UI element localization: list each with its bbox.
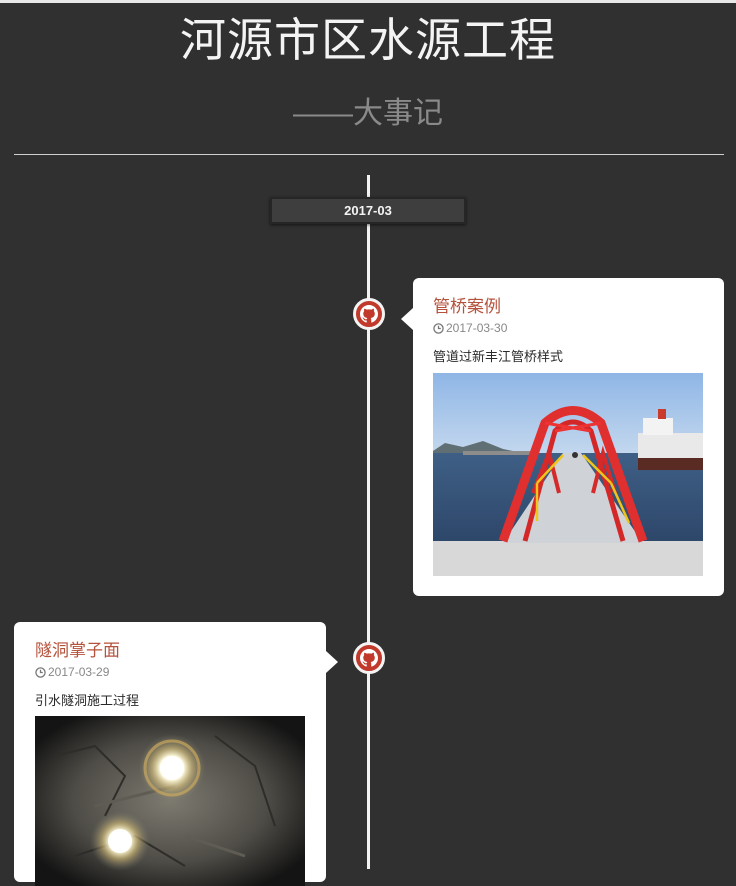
clock-icon: [35, 666, 46, 678]
date-group-badge: 2017-03: [270, 197, 466, 224]
tunnel-face-illustration: [35, 716, 305, 886]
event-date: 2017-03-30: [433, 321, 507, 335]
top-border: [0, 0, 736, 3]
event-description: 引水隧洞施工过程: [35, 693, 140, 708]
event-title[interactable]: 隧洞掌子面: [35, 640, 120, 662]
header-divider: [14, 154, 724, 155]
pipe-bridge-photo[interactable]: [433, 373, 703, 576]
clock-icon: [433, 322, 444, 334]
github-icon: [360, 305, 378, 323]
page-subtitle: ——大事记: [293, 97, 443, 130]
timeline-event-card[interactable]: 管桥案例 2017-03-30 管道过新丰江管桥样式: [401, 278, 724, 596]
timeline-axis: [367, 175, 370, 869]
card-pointer: [401, 308, 413, 330]
timeline-node-github-icon[interactable]: [353, 642, 385, 674]
event-date-text: 2017-03-29: [48, 665, 110, 679]
timeline-event-card[interactable]: 隧洞掌子面 2017-03-29 引水隧洞施工过程: [14, 622, 338, 886]
event-date: 2017-03-29: [35, 665, 109, 679]
timeline-node-github-icon[interactable]: [353, 298, 385, 330]
page-title: 河源市区水源工程: [180, 14, 556, 66]
event-description: 管道过新丰江管桥样式: [433, 349, 564, 364]
tunnel-face-photo[interactable]: [35, 716, 305, 886]
event-title[interactable]: 管桥案例: [433, 296, 501, 318]
pipe-bridge-illustration: [433, 373, 703, 576]
event-date-text: 2017-03-30: [446, 321, 508, 335]
github-icon: [360, 649, 378, 667]
card-pointer: [326, 651, 338, 673]
